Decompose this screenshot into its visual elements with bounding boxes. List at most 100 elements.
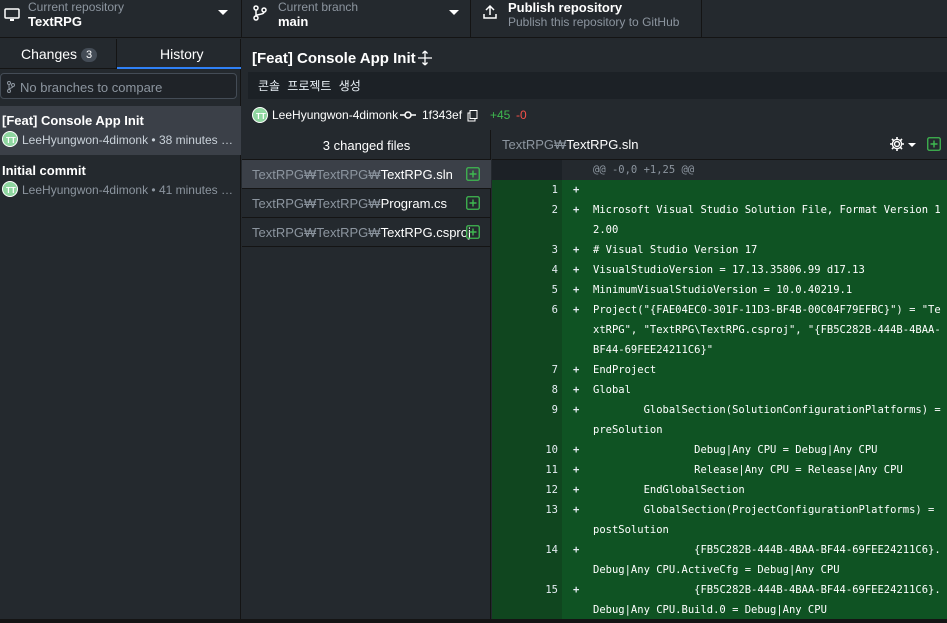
changed-files-count: 3 changed files (322, 138, 411, 153)
file-path: TextRPG₩TextRPG₩TextRPG.csproj (252, 225, 471, 240)
changed-files-header: 3 changed files (242, 130, 491, 160)
diff-line-code: {FB5C282B-444B-4BAA-BF44-69FEE24211C6}.D… (593, 544, 941, 576)
file-added-icon (466, 225, 480, 239)
diff-line: 7 + EndProject (492, 360, 947, 380)
branch-icon (253, 5, 267, 21)
tab-history-label: History (160, 46, 204, 62)
branch-compare-placeholder: No branches to compare (20, 80, 163, 95)
commit-item-title: [Feat] Console App Init (2, 113, 144, 128)
diff-panel: TextRPG₩TextRPG.sln @@ -0,0 +1,25 @@ 1 +2… (492, 130, 947, 623)
chevron-down-icon (449, 10, 459, 15)
commit-icon (400, 111, 416, 119)
computer-icon (4, 8, 20, 21)
diff-line: 15 + {FB5C282B-444B-4BAA-BF44-69FEE24211C… (492, 580, 947, 620)
diff-line: 8 + Global (492, 380, 947, 400)
diff-line: 4 + VisualStudioVersion = 17.13.35806.99 d… (492, 260, 947, 280)
diff-line-code: Global (593, 384, 631, 396)
diff-line-code: Microsoft Visual Studio Solution File, F… (593, 204, 941, 236)
diff-line-number: 4 (551, 264, 558, 276)
diff-hunk-header: @@ -0,0 +1,25 @@ (492, 160, 947, 180)
diff-line: 1 + (492, 180, 947, 200)
commit-list-item[interactable]: Initial commit TT LeeHyungwon-4dimonk • … (0, 156, 241, 205)
commit-info-bar: TT LeeHyungwon-4dimonk 1f343ef +45 -0 (242, 103, 947, 127)
diff-header: TextRPG₩TextRPG.sln (492, 130, 947, 160)
diff-add-marker: + (573, 204, 580, 216)
diff-line-code: EndGlobalSection (593, 484, 745, 496)
commit-description: 콘솔 프로젝트 생성 (258, 79, 361, 93)
repository-label: Current repository (28, 0, 125, 14)
window-bottom-edge (0, 619, 947, 623)
diff-add-marker: + (573, 384, 580, 396)
branch-compare-input[interactable]: No branches to compare (0, 73, 237, 99)
diff-add-marker: + (573, 504, 580, 516)
commit-item-meta: LeeHyungwon-4dimonk • 41 minutes ago (22, 183, 238, 197)
diff-add-marker: + (573, 484, 580, 496)
diff-line-code: VisualStudioVersion = 17.13.35806.99 d17… (593, 264, 865, 276)
diff-add-marker: + (573, 244, 580, 256)
changes-count-badge: 3 (81, 48, 98, 62)
diff-line-number: 10 (545, 444, 558, 456)
avatar: TT (2, 131, 18, 147)
diff-body: @@ -0,0 +1,25 @@ 1 +2 + Microsoft Visual St… (492, 160, 947, 623)
repository-selector[interactable]: Current repository TextRPG (0, 0, 242, 38)
publish-subtitle: Publish this repository to GitHub (508, 15, 680, 29)
expand-icon[interactable] (417, 50, 433, 66)
avatar: TT (252, 107, 268, 123)
gear-icon[interactable] (889, 136, 905, 152)
diff-line-code: GlobalSection(ProjectConfigurationPlatfo… (593, 504, 941, 536)
chevron-down-icon (218, 10, 228, 15)
tab-changes[interactable]: Changes 3 (0, 39, 117, 69)
commit-sha: 1f343ef (422, 108, 463, 122)
commit-list-item[interactable]: [Feat] Console App Init TT LeeHyungwon-4… (0, 106, 241, 155)
commit-author[interactable]: LeeHyungwon-4dimonk (272, 108, 398, 122)
diff-line-code: Release|Any CPU = Release|Any CPU (593, 464, 903, 476)
branch-label: Current branch (278, 0, 359, 14)
file-path: TextRPG₩TextRPG₩TextRPG.sln (252, 167, 453, 182)
publish-icon (483, 4, 497, 19)
diff-line-code: {FB5C282B-444B-4BAA-BF44-69FEE24211C6}.D… (593, 584, 941, 616)
file-added-icon (466, 196, 480, 210)
publish-repository-button[interactable]: Publish repository Publish this reposito… (471, 0, 702, 38)
diff-line-number: 11 (545, 464, 558, 476)
diff-line: 10 + Debug|Any CPU = Debug|Any CPU (492, 440, 947, 460)
tab-history[interactable]: History (117, 39, 241, 69)
diff-line-number: 8 (551, 384, 558, 396)
deletions-count: -0 (516, 108, 527, 122)
diff-line-number: 13 (545, 504, 558, 516)
diff-add-marker: + (573, 184, 580, 196)
diff-add-marker: + (573, 444, 580, 456)
diff-line-number: 12 (545, 484, 558, 496)
changed-files-panel: 3 changed files TextRPG₩TextRPG₩TextRPG.… (242, 130, 491, 623)
file-list-item[interactable]: TextRPG₩TextRPG₩Program.cs (242, 189, 491, 218)
chevron-down-icon[interactable] (908, 143, 916, 147)
diff-add-marker: + (573, 364, 580, 376)
diff-line: 2 + Microsoft Visual Studio Solution File,… (492, 200, 947, 240)
diff-file-path: TextRPG₩TextRPG.sln (502, 137, 639, 152)
sidebar: Changes 3 History No branches to compare … (0, 39, 241, 623)
branch-selector[interactable]: Current branch main (242, 0, 471, 38)
file-list-item[interactable]: TextRPG₩TextRPG₩TextRPG.csproj (242, 218, 491, 247)
diff-add-marker: + (573, 544, 580, 556)
commit-description-box: 콘솔 프로젝트 생성 (248, 72, 947, 99)
diff-line-number: 5 (551, 284, 558, 296)
diff-add-marker: + (573, 284, 580, 296)
copy-icon[interactable] (467, 110, 478, 122)
diff-line-number: 1 (551, 184, 558, 196)
diff-line-number: 7 (551, 364, 558, 376)
diff-line-code: MinimumVisualStudioVersion = 10.0.40219.… (593, 284, 853, 296)
sidebar-tabs: Changes 3 History (0, 39, 241, 69)
branch-compare-icon (7, 81, 15, 93)
diff-line-number: 14 (545, 544, 558, 556)
file-list-item[interactable]: TextRPG₩TextRPG₩TextRPG.sln (242, 160, 491, 189)
diff-line: 12 + EndGlobalSection (492, 480, 947, 500)
diff-line: 13 + GlobalSection(ProjectConfigurationPl… (492, 500, 947, 540)
diff-line: 5 + MinimumVisualStudioVersion = 10.0.4021… (492, 280, 947, 300)
commit-item-title: Initial commit (2, 163, 86, 178)
commit-title: [Feat] Console App Init (252, 50, 416, 67)
commit-item-meta: LeeHyungwon-4dimonk • 38 minutes ago (22, 133, 238, 147)
diff-line-number: 15 (545, 584, 558, 596)
commit-summary: [Feat] Console App Init 콘솔 프로젝트 생성 TT Le… (242, 39, 947, 130)
diff-line: 9 + GlobalSection(SolutionConfigurationPl… (492, 400, 947, 440)
diff-add-marker: + (573, 464, 580, 476)
file-added-icon (927, 137, 941, 151)
